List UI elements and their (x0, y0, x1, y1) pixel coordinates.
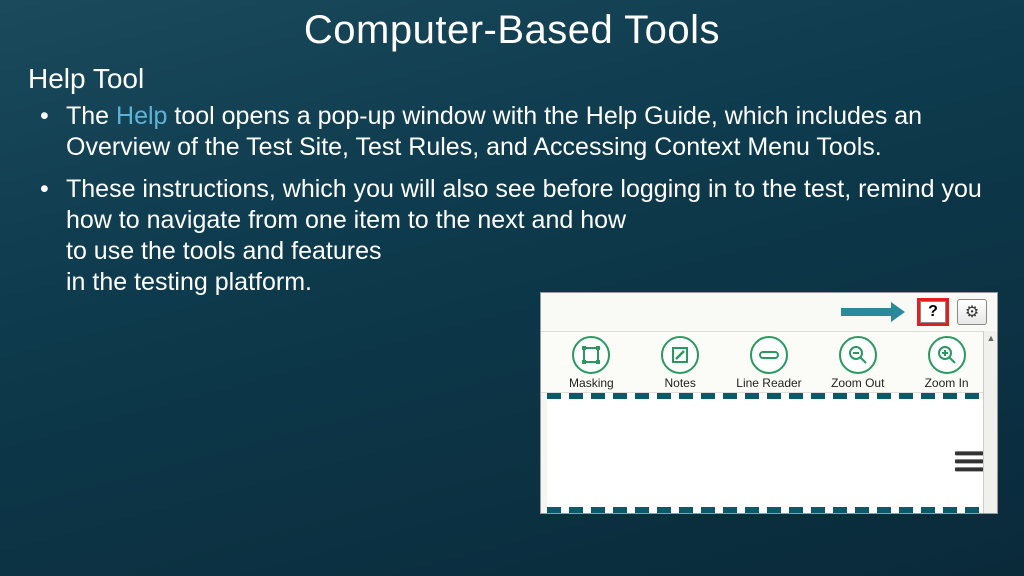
tool-notes[interactable]: Notes (639, 336, 721, 390)
line-reader-icon (750, 336, 788, 374)
dashed-border-top (547, 393, 991, 399)
help-button[interactable]: ? (917, 298, 949, 326)
notes-icon (661, 336, 699, 374)
bullet-1-post: tool opens a pop-up window with the Help… (66, 102, 922, 161)
bullet-2-line3: in the testing platform. (66, 268, 312, 296)
tool-line-reader[interactable]: Line Reader (728, 336, 810, 390)
tool-label: Zoom Out (831, 376, 884, 390)
settings-button[interactable]: ⚙ (957, 299, 987, 325)
tool-label: Masking (569, 376, 614, 390)
toolbar-top-bar: ? ⚙ (541, 293, 997, 331)
gear-icon: ⚙ (965, 302, 979, 322)
scrollbar[interactable]: ▲ (983, 331, 997, 513)
callout-arrow (841, 302, 905, 322)
bullet-2-line1: These instructions, which you will also … (66, 175, 982, 234)
tool-zoom-out[interactable]: Zoom Out (817, 336, 899, 390)
content-area (547, 393, 991, 513)
subtitle: Help Tool (28, 63, 996, 95)
hamburger-icon[interactable] (955, 447, 985, 475)
bullet-1-pre: The (66, 102, 116, 130)
slide-body: Help Tool The Help tool opens a pop-up w… (0, 53, 1024, 299)
tool-label: Notes (665, 376, 696, 390)
tool-label: Zoom In (925, 376, 969, 390)
zoom-in-icon (928, 336, 966, 374)
toolbar-screenshot: ? ⚙ Masking Notes Line Reader (540, 292, 998, 514)
dashed-border-bottom (547, 507, 991, 513)
tool-zoom-in[interactable]: Zoom In (906, 336, 988, 390)
scroll-up-icon[interactable]: ▲ (984, 331, 998, 345)
zoom-out-icon (839, 336, 877, 374)
tool-row: Masking Notes Line Reader Zoom Out Zoom … (541, 331, 997, 393)
bullet-2: These instructions, which you will also … (40, 174, 996, 299)
tool-label: Line Reader (736, 376, 801, 390)
tool-masking[interactable]: Masking (550, 336, 632, 390)
help-link-text: Help (116, 102, 167, 130)
bullet-2-line2: to use the tools and features (66, 237, 382, 265)
bullet-1: The Help tool opens a pop-up window with… (40, 101, 996, 164)
masking-icon (572, 336, 610, 374)
slide-title: Computer-Based Tools (0, 0, 1024, 53)
